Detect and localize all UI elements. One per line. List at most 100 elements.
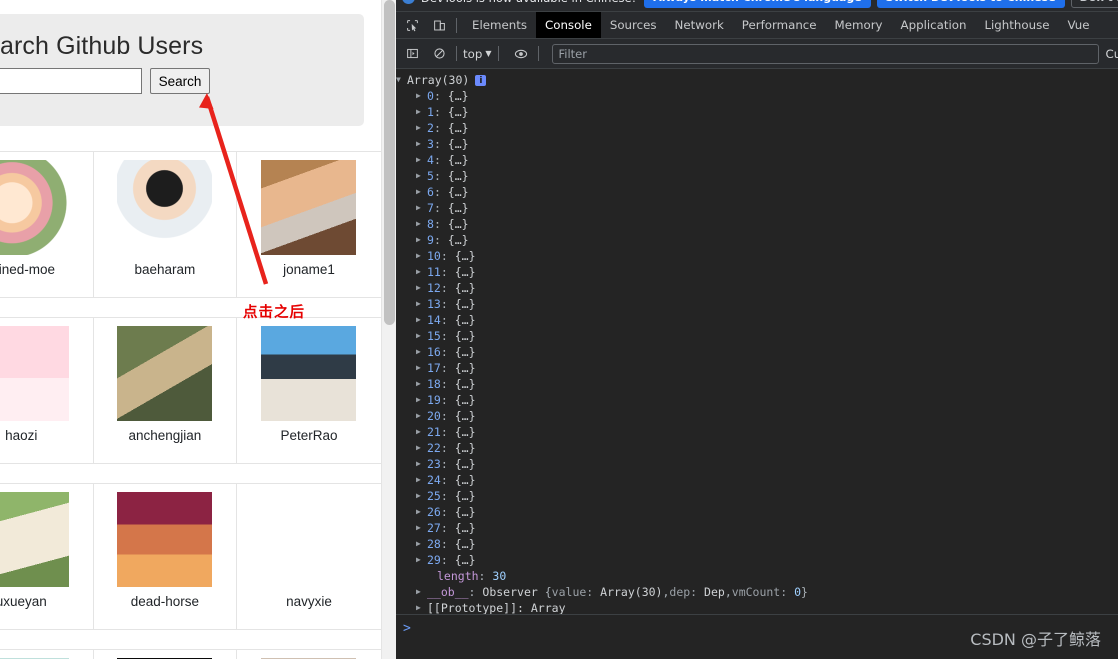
expand-triangle-icon[interactable]: ▶ (416, 472, 425, 488)
console-index-row[interactable]: ▶ 4: {…} (396, 152, 1118, 168)
tab-network[interactable]: Network (666, 12, 733, 38)
expand-triangle-icon[interactable]: ▶ (416, 360, 425, 376)
dont-show-again-button[interactable]: Don't show again (1070, 0, 1118, 8)
console-index-row[interactable]: ▶ 13: {…} (396, 296, 1118, 312)
tab-console[interactable]: Console (536, 12, 601, 38)
console-index-row[interactable]: ▶ 28: {…} (396, 536, 1118, 552)
clear-console-icon[interactable] (428, 44, 450, 64)
expand-triangle-icon[interactable]: ▶ (416, 488, 425, 504)
always-match-language-button[interactable]: Always match Chrome's language (644, 0, 871, 8)
console-levels-dropdown[interactable]: Cu (1106, 47, 1118, 61)
user-card[interactable] (237, 650, 381, 659)
user-card[interactable]: anchengjian (94, 318, 238, 463)
expand-triangle-icon[interactable]: ▶ (416, 408, 425, 424)
expand-triangle-icon[interactable]: ▶ (416, 280, 425, 296)
expand-triangle-icon[interactable]: ▶ (416, 104, 425, 120)
array-info-badge-icon[interactable] (475, 73, 487, 89)
expand-triangle-icon[interactable]: ▶ (416, 440, 425, 456)
expand-triangle-icon[interactable]: ▶ (416, 424, 425, 440)
user-card[interactable]: joname1 (237, 152, 381, 297)
tab-performance[interactable]: Performance (733, 12, 826, 38)
user-card[interactable] (94, 650, 238, 659)
expand-triangle-icon[interactable]: ▶ (416, 136, 425, 152)
console-array-root[interactable]: ▼ Array(30) (396, 72, 1118, 89)
device-toolbar-icon[interactable] (428, 15, 450, 35)
search-input[interactable] (0, 68, 142, 94)
console-index-row[interactable]: ▶ 6: {…} (396, 184, 1118, 200)
expand-triangle-icon[interactable]: ▶ (416, 504, 425, 520)
user-card[interactable]: navyxie (237, 484, 381, 629)
tab-application[interactable]: Application (892, 12, 976, 38)
user-card[interactable]: baeharam (94, 152, 238, 297)
expand-triangle-icon[interactable]: ▶ (416, 120, 425, 136)
expand-triangle-icon[interactable]: ▶ (416, 520, 425, 536)
console-index-row[interactable]: ▶ 5: {…} (396, 168, 1118, 184)
console-index-row[interactable]: ▶ 26: {…} (396, 504, 1118, 520)
expand-triangle-icon[interactable]: ▶ (416, 200, 425, 216)
user-card[interactable]: efined-moe (0, 152, 94, 297)
console-filter-input[interactable]: Filter (551, 43, 1099, 64)
console-index-row[interactable]: ▶ 3: {…} (396, 136, 1118, 152)
expand-triangle-icon[interactable]: ▶ (416, 232, 425, 248)
console-index-row[interactable]: ▶ 23: {…} (396, 456, 1118, 472)
tab-memory[interactable]: Memory (826, 12, 892, 38)
expand-triangle-icon[interactable]: ▶ (416, 264, 425, 280)
console-index-row[interactable]: ▶ 12: {…} (396, 280, 1118, 296)
console-index-row[interactable]: ▶ 22: {…} (396, 440, 1118, 456)
tab-sources[interactable]: Sources (601, 12, 666, 38)
console-index-row[interactable]: ▶ 1: {…} (396, 104, 1118, 120)
console-index-row[interactable]: ▶ 25: {…} (396, 488, 1118, 504)
tab-vue[interactable]: Vue (1058, 12, 1098, 38)
page-scrollbar-thumb[interactable] (384, 0, 395, 325)
console-observer-row[interactable]: ▶ __ob__: Observer {value: Array(30), de… (396, 584, 1118, 600)
console-index-row[interactable]: ▶ 15: {…} (396, 328, 1118, 344)
console-index-row[interactable]: ▶ 17: {…} (396, 360, 1118, 376)
expand-triangle-icon[interactable]: ▶ (416, 168, 425, 184)
search-button[interactable]: Search (150, 68, 210, 94)
console-index-row[interactable]: ▶ 11: {…} (396, 264, 1118, 280)
expand-triangle-icon[interactable]: ▶ (416, 248, 425, 264)
user-card[interactable]: dead-horse (94, 484, 238, 629)
console-index-row[interactable]: ▶ 14: {…} (396, 312, 1118, 328)
expand-triangle-icon[interactable]: ▶ (416, 312, 425, 328)
user-card[interactable]: haozi (0, 318, 94, 463)
expand-triangle-icon[interactable]: ▶ (416, 552, 425, 568)
expand-triangle-icon[interactable]: ▶ (416, 344, 425, 360)
expand-triangle-icon[interactable]: ▶ (416, 216, 425, 232)
expand-triangle-icon[interactable]: ▶ (416, 456, 425, 472)
expand-triangle-icon[interactable]: ▶ (416, 152, 425, 168)
user-card[interactable]: uxueyan (0, 484, 94, 629)
expand-triangle-icon[interactable]: ▶ (416, 88, 425, 104)
console-index-row[interactable]: ▶ 8: {…} (396, 216, 1118, 232)
tab-elements[interactable]: Elements (463, 12, 536, 38)
expand-triangle-icon[interactable]: ▶ (416, 392, 425, 408)
expand-triangle-icon[interactable]: ▶ (416, 184, 425, 200)
page-vertical-scrollbar[interactable] (381, 0, 396, 659)
console-index-row[interactable]: ▶ 19: {…} (396, 392, 1118, 408)
live-expression-eye-icon[interactable] (510, 44, 532, 64)
expand-triangle-icon[interactable]: ▶ (416, 584, 425, 600)
user-card[interactable]: PeterRao (237, 318, 381, 463)
console-index-row[interactable]: ▶ 24: {…} (396, 472, 1118, 488)
console-index-row[interactable]: ▶ 2: {…} (396, 120, 1118, 136)
console-index-row[interactable]: ▶ 9: {…} (396, 232, 1118, 248)
console-prototype-row[interactable]: ▶ [[Prototype]]: Array (396, 600, 1118, 614)
console-index-row[interactable]: ▶ 10: {…} (396, 248, 1118, 264)
inspect-element-icon[interactable] (401, 15, 423, 35)
switch-devtools-language-button[interactable]: Switch DevTools to Chinese (876, 0, 1065, 8)
console-index-row[interactable]: ▶ 21: {…} (396, 424, 1118, 440)
expand-triangle-icon[interactable]: ▶ (416, 376, 425, 392)
console-index-row[interactable]: ▶ 16: {…} (396, 344, 1118, 360)
user-card[interactable] (0, 650, 94, 659)
console-index-row[interactable]: ▶ 20: {…} (396, 408, 1118, 424)
expand-triangle-open-icon[interactable]: ▼ (396, 72, 405, 88)
expand-triangle-icon[interactable]: ▶ (416, 328, 425, 344)
expand-triangle-icon[interactable]: ▶ (416, 536, 425, 552)
tab-lighthouse[interactable]: Lighthouse (975, 12, 1058, 38)
console-sidebar-toggle-icon[interactable] (401, 44, 423, 64)
expand-triangle-icon[interactable]: ▶ (416, 600, 425, 614)
expand-triangle-icon[interactable]: ▶ (416, 296, 425, 312)
execution-context-select[interactable]: top ▼ (463, 47, 492, 61)
console-index-row[interactable]: ▶ 27: {…} (396, 520, 1118, 536)
console-index-row[interactable]: ▶ 7: {…} (396, 200, 1118, 216)
